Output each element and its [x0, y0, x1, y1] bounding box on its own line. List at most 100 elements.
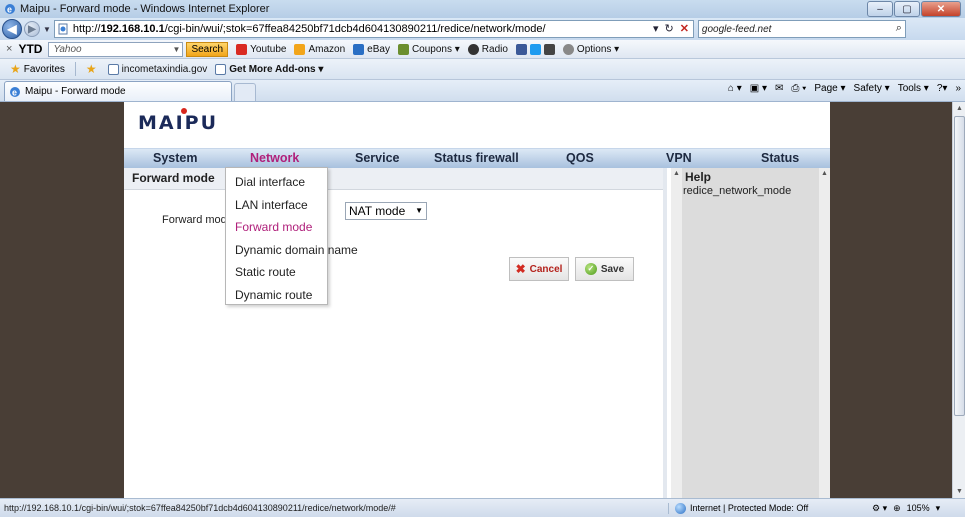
scroll-up-icon[interactable]: ▲ [821, 170, 828, 177]
content-panel: Forward mode Forward mode NAT mode ▼ ✖ C… [124, 168, 667, 498]
maipu-page: MAIPU System Network Service Status fire… [124, 102, 830, 498]
toolbar-amazon[interactable]: Amazon [294, 43, 345, 55]
maximize-button[interactable]: ▢ [894, 1, 920, 17]
stop-icon[interactable]: ✕ [680, 22, 689, 35]
vertical-scrollbar[interactable]: ▲ ▼ [952, 102, 965, 498]
mail-icon[interactable]: ✉ [775, 83, 783, 94]
toolbar-youtube-label: Youtube [250, 43, 287, 55]
youtube-icon [236, 43, 248, 55]
facebook-icon[interactable] [515, 43, 527, 55]
tools-menu[interactable]: Tools ▾ [898, 83, 929, 94]
yahoo-text: Yahoo [53, 43, 82, 55]
zoom-dropdown-icon[interactable]: ▾ [936, 503, 941, 514]
nav-status-firewall[interactable]: Status firewall [434, 151, 519, 165]
forward-button[interactable]: ▶ [24, 21, 40, 37]
help-scroll-left[interactable]: ▲ [671, 168, 682, 498]
nav-qos[interactable]: QOS [566, 151, 594, 165]
nav-vpn[interactable]: VPN [666, 151, 692, 165]
ie-logo-icon: e [5, 4, 15, 15]
help-icon[interactable]: ?▾ [937, 83, 948, 94]
maipu-logo: MAIPU [138, 108, 218, 134]
page-menu[interactable]: Page ▾ [814, 83, 845, 94]
social-icons [515, 43, 555, 55]
menu-item-lan-interface[interactable]: LAN interface [235, 198, 308, 212]
logo-dot [181, 108, 187, 114]
globe-icon [675, 502, 686, 514]
toolbar-ebay-label: eBay [367, 43, 390, 55]
search-input[interactable]: google-feed.net ⌕ [697, 20, 906, 38]
add-favorite-icon[interactable]: ★ [86, 62, 97, 76]
dropdown-arrow-icon[interactable]: ▾ [653, 22, 659, 35]
toolbar-youtube[interactable]: Youtube [236, 43, 287, 55]
protected-mode-icon[interactable]: ⚙ ▾ [872, 503, 887, 514]
back-button[interactable]: ◀ [2, 19, 22, 39]
address-bar: ◀ ▶ ▼ http://192.168.10.1/cgi-bin/wui/;s… [0, 18, 965, 40]
svg-text:e: e [7, 5, 12, 15]
url-input[interactable]: http://192.168.10.1/cgi-bin/wui/;stok=67… [53, 20, 694, 38]
scroll-up-icon[interactable]: ▲ [953, 102, 965, 115]
nav-status[interactable]: Status [761, 151, 799, 165]
menu-item-static-route[interactable]: Static route [235, 265, 296, 279]
safety-menu[interactable]: Safety ▾ [854, 83, 890, 94]
divider [74, 62, 76, 76]
tab-maipu-forward-mode[interactable]: e Maipu - Forward mode [4, 81, 232, 101]
ytd-logo[interactable]: YTD [18, 42, 42, 56]
toolbar-close-icon[interactable]: × [6, 43, 12, 55]
save-icon: ✓ [584, 263, 597, 275]
favorite-link-incometax[interactable]: incometaxindia.gov [107, 63, 207, 75]
menu-item-forward-mode[interactable]: Forward mode [235, 220, 312, 234]
page-icon [58, 23, 68, 35]
yahoo-search-button[interactable]: Search [186, 41, 229, 57]
research-icon[interactable]: » [955, 83, 961, 94]
cancel-button[interactable]: ✖ Cancel [509, 257, 569, 281]
toolbar-options[interactable]: Options ▾ [562, 43, 620, 55]
home-icon[interactable]: ⌂ ▾ [728, 83, 742, 94]
favorites-button[interactable]: Favorites [24, 64, 65, 75]
security-zone[interactable]: Internet | Protected Mode: Off [668, 502, 858, 514]
search-icon[interactable]: ⌕ [896, 22, 902, 35]
menu-item-dial-interface[interactable]: Dial interface [235, 175, 305, 189]
zoom-level: 105% [906, 502, 930, 513]
panel-header: Forward mode [124, 168, 667, 190]
toolbar-coupons[interactable]: Coupons ▾ [397, 43, 460, 55]
scroll-up-icon[interactable]: ▲ [673, 170, 680, 177]
favorite-link-addons[interactable]: Get More Add-ons ▾ [215, 63, 324, 75]
toolbar-ebay[interactable]: eBay [353, 43, 390, 55]
url-host: 192.168.10.1 [100, 23, 165, 35]
feeds-icon[interactable]: ▣ ▾ [750, 83, 767, 94]
tab-title: Maipu - Forward mode [25, 86, 126, 97]
toolbar-coupons-label: Coupons ▾ [411, 43, 460, 55]
menu-item-dynamic-route[interactable]: Dynamic route [235, 288, 312, 302]
chevron-down-icon: ▼ [415, 206, 423, 215]
forward-mode-select[interactable]: NAT mode ▼ [345, 202, 427, 220]
scrollbar-thumb[interactable] [954, 116, 965, 416]
scroll-down-icon[interactable]: ▼ [953, 485, 965, 498]
minimize-button[interactable]: – [867, 1, 893, 17]
toolbar-radio-label: Radio [481, 43, 508, 55]
zoom-control[interactable]: ⚙ ▾ ⊕ 105% ▾ [872, 503, 940, 514]
refresh-icon[interactable]: ↻ [664, 22, 673, 35]
cancel-icon: ✖ [515, 262, 526, 276]
close-button[interactable]: ✕ [921, 1, 961, 17]
gplus-icon[interactable] [543, 43, 555, 55]
favorite-link-label: Get More Add-ons ▾ [229, 63, 324, 75]
help-scroll-right[interactable]: ▲ [819, 168, 830, 498]
yahoo-search-input[interactable]: Yahoo ▼ [48, 41, 184, 57]
command-bar: ⌂ ▾ ▣ ▾ ✉ ⎙ ▾ Page ▾ Safety ▾ Tools ▾ ?▾… [728, 83, 961, 94]
toolbar-options-label: Options ▾ [576, 43, 620, 55]
amazon-icon [294, 43, 306, 55]
menu-item-dynamic-domain-name[interactable]: Dynamic domain name [235, 243, 358, 257]
svg-text:e: e [12, 87, 17, 97]
panel-divider [663, 168, 667, 498]
print-icon[interactable]: ⎙ ▾ [791, 83, 806, 94]
forward-mode-label: Forward mode [162, 214, 233, 226]
nav-system[interactable]: System [153, 151, 197, 165]
new-tab-button[interactable] [234, 83, 256, 101]
twitter-icon[interactable] [529, 43, 541, 55]
page-icon [215, 63, 227, 75]
save-button[interactable]: ✓ Save [575, 257, 634, 281]
nav-service[interactable]: Service [355, 151, 399, 165]
toolbar-radio[interactable]: Radio [467, 43, 508, 55]
recent-pages-dropdown[interactable]: ▼ [43, 25, 51, 34]
nav-network[interactable]: Network [250, 151, 299, 165]
